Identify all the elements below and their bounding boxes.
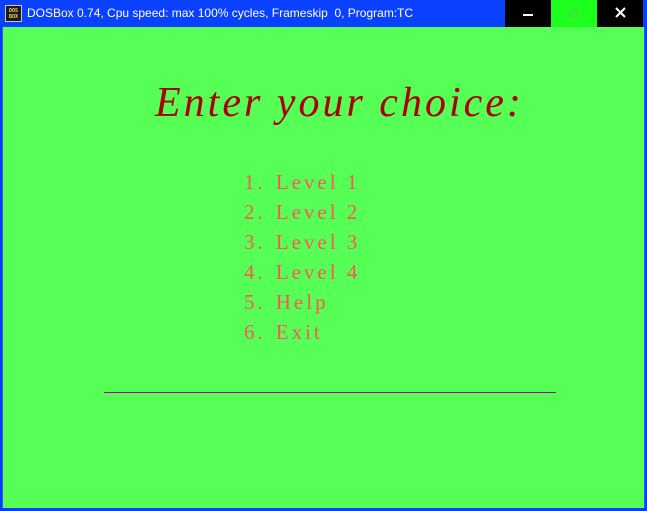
close-icon [615,7,626,18]
close-button[interactable] [597,0,643,27]
menu-item-label: Level 1 [275,170,361,194]
minimize-button[interactable] [505,0,551,27]
menu-item-label: Exit [275,320,323,344]
dos-screen[interactable]: Enter your choice: 1. Level 1 2. Level 2 3… [2,27,645,508]
level-menu: 1. Level 1 2. Level 2 3. Level 3 4. Level 4 … [244,170,360,350]
menu-item-number: 2. [244,200,266,224]
menu-item-number: 1. [244,170,266,194]
menu-item-label: Level 4 [275,260,361,284]
menu-item-level-4[interactable]: 4. Level 4 [244,260,360,290]
maximize-icon [569,9,578,17]
title-bar[interactable]: DOS BOX DOSBox 0.74, Cpu speed: max 100%… [0,0,647,27]
menu-item-help[interactable]: 5. Help [244,290,360,320]
menu-item-level-1[interactable]: 1. Level 1 [244,170,360,200]
menu-item-number: 3. [244,230,266,254]
dosbox-icon[interactable]: DOS BOX [5,5,22,22]
menu-item-exit[interactable]: 6. Exit [244,320,360,350]
dosbox-window: DOS BOX DOSBox 0.74, Cpu speed: max 100%… [0,0,647,511]
program-name: TC [397,6,413,20]
maximize-button[interactable] [551,0,597,27]
menu-item-label: Level 3 [275,230,361,254]
divider-line [104,392,556,393]
choice-heading: Enter your choice: [155,80,524,126]
menu-item-level-3[interactable]: 3. Level 3 [244,230,360,260]
window-title: DOSBox 0.74, Cpu speed: max 100% cycles,… [27,6,398,20]
minimize-icon [523,14,533,16]
menu-item-number: 4. [244,260,266,284]
menu-item-number: 6. [244,320,266,344]
menu-item-label: Help [275,290,329,314]
menu-item-label: Level 2 [275,200,361,224]
menu-item-level-2[interactable]: 2. Level 2 [244,200,360,230]
menu-item-number: 5. [244,290,266,314]
